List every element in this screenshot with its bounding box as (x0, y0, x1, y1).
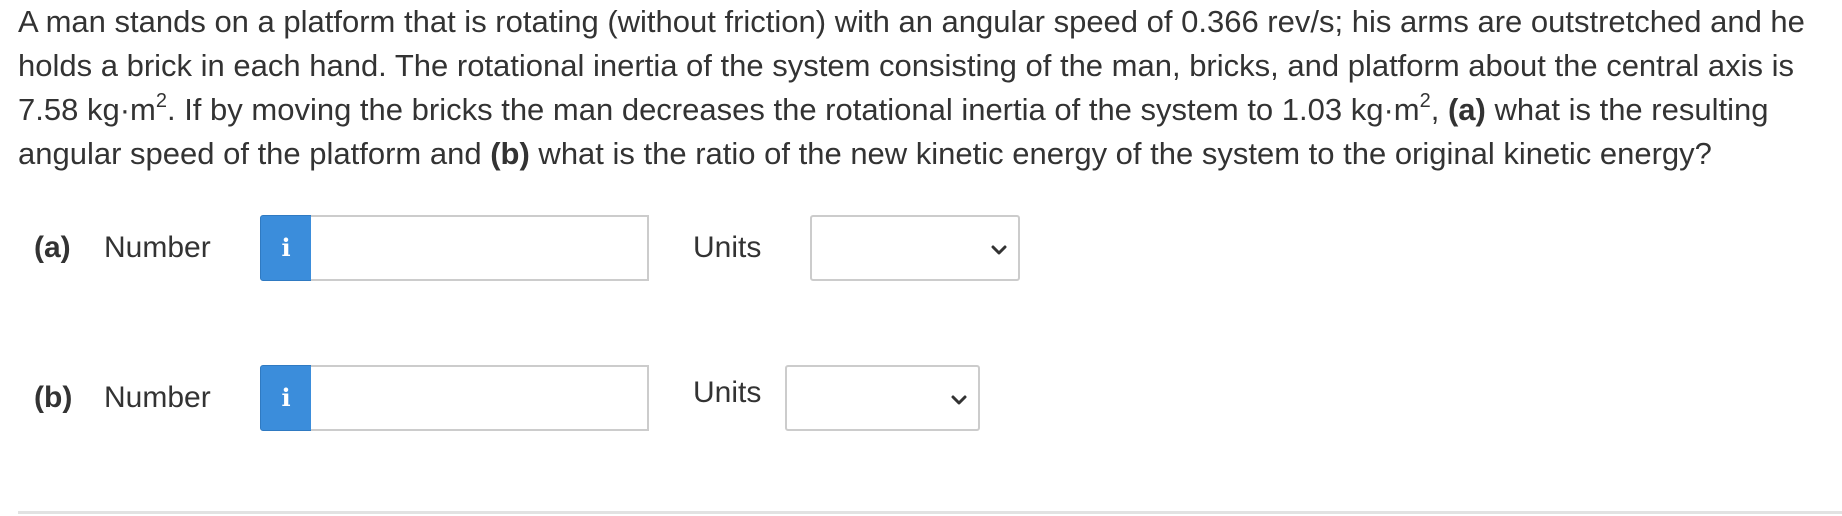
units-label-b: Units (693, 376, 762, 409)
answer-row-b: (b) Number i Units (0, 365, 1842, 431)
question-part-a-label: (a) (1447, 92, 1486, 127)
units-select-a[interactable] (810, 215, 1020, 281)
part-b-label: (b) (34, 381, 73, 414)
chevron-down-icon (991, 245, 1007, 255)
question-text-part5: what is the ratio of the new kinetic ene… (529, 136, 1712, 171)
question-text-part3: , (1430, 92, 1448, 127)
number-input-b[interactable] (311, 365, 649, 431)
question-text: A man stands on a platform that is rotat… (18, 0, 1830, 176)
section-divider (18, 511, 1842, 514)
units-label-a: Units (693, 231, 762, 264)
superscript-2-second: 2 (1419, 90, 1431, 112)
info-button-a[interactable]: i (260, 215, 312, 281)
superscript-2: 2 (155, 90, 167, 112)
answer-row-a: (a) Number i Units (0, 215, 1842, 281)
units-select-b[interactable] (785, 365, 980, 431)
number-input-a[interactable] (311, 215, 649, 281)
info-icon: i (281, 383, 291, 412)
question-part-b-label: (b) (490, 136, 530, 171)
info-icon: i (281, 233, 291, 262)
chevron-down-icon (951, 395, 967, 405)
number-label-a: Number (104, 231, 211, 264)
number-label-b: Number (104, 381, 211, 414)
part-a-label: (a) (34, 231, 71, 264)
question-text-part2: . If by moving the bricks the man decrea… (166, 92, 1420, 127)
info-button-b[interactable]: i (260, 365, 312, 431)
